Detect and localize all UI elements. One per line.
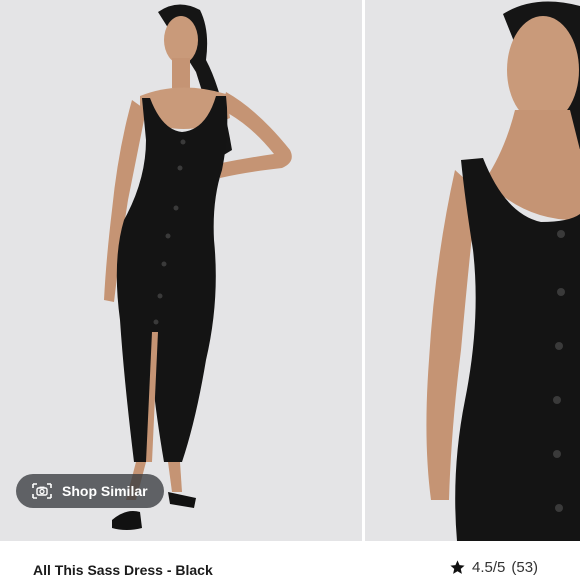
shop-similar-label: Shop Similar bbox=[62, 483, 148, 499]
review-count: (53) bbox=[511, 559, 539, 576]
product-info-bar: All This Sass Dress - Black 4.5/5 (53) bbox=[0, 541, 580, 580]
star-icon bbox=[449, 559, 466, 576]
product-photo-main[interactable] bbox=[0, 0, 362, 541]
product-title[interactable]: All This Sass Dress - Black bbox=[33, 562, 213, 578]
model-closeup-illustration bbox=[365, 0, 580, 541]
product-photo-closeup[interactable] bbox=[365, 0, 580, 541]
camera-icon bbox=[30, 481, 54, 501]
product-rating[interactable]: 4.5/5 (53) bbox=[449, 559, 538, 576]
rating-value: 4.5/5 bbox=[472, 559, 506, 576]
product-image-gallery[interactable]: Shop Similar bbox=[0, 0, 580, 541]
shop-similar-button[interactable]: Shop Similar bbox=[16, 474, 164, 508]
model-full-body-illustration bbox=[0, 0, 362, 541]
